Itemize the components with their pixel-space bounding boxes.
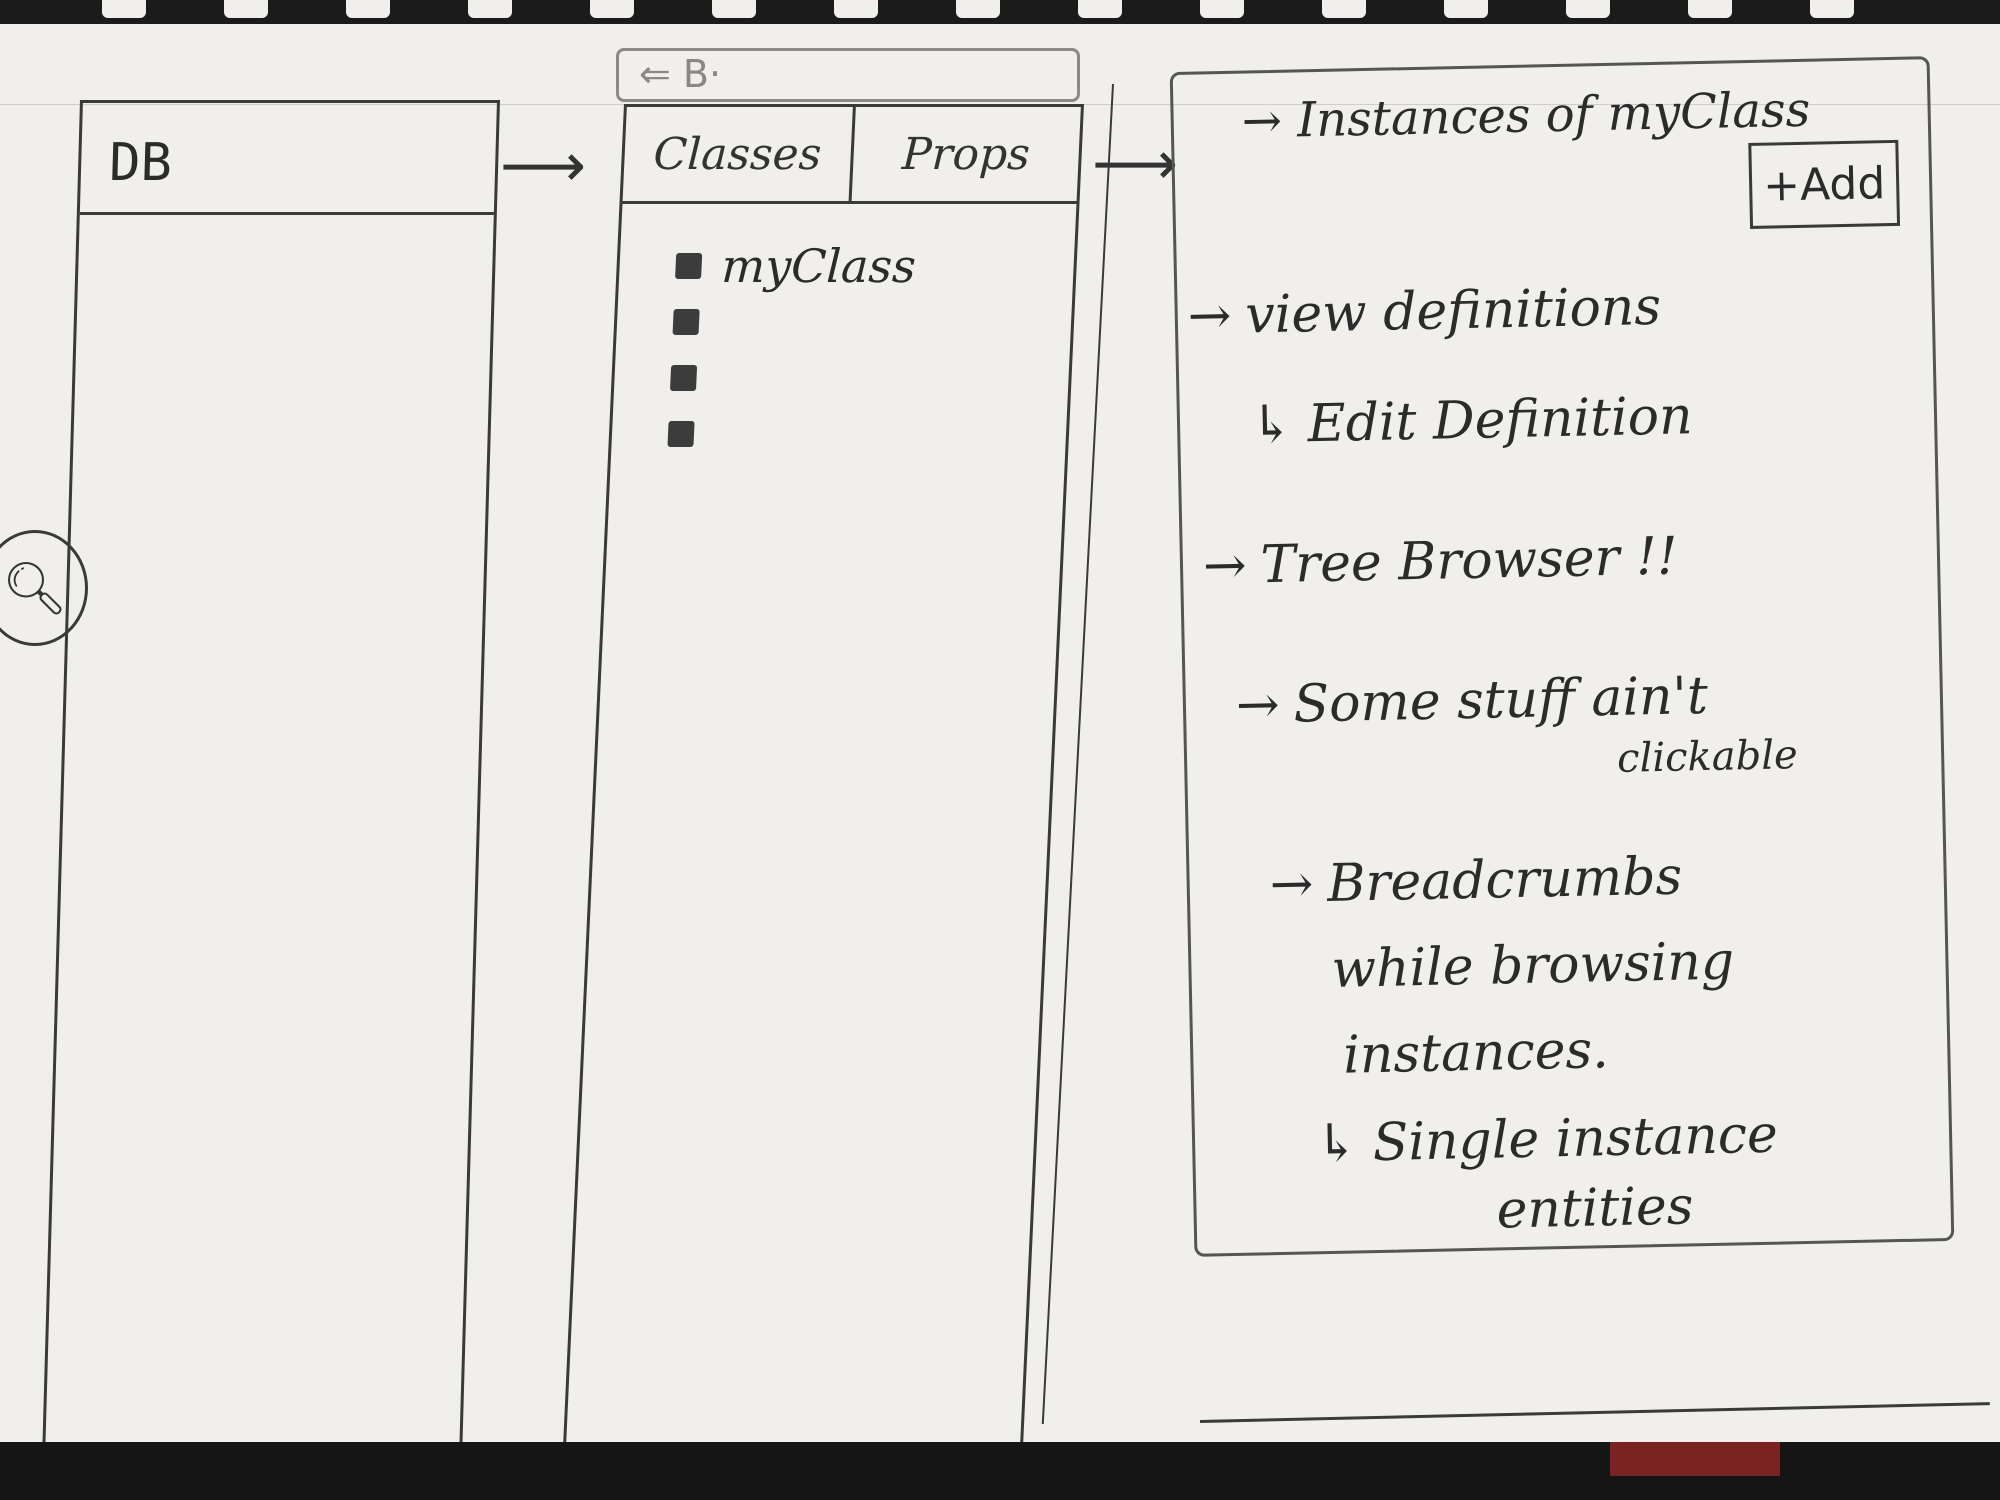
square-bullet-icon	[672, 309, 700, 335]
list-item[interactable]	[667, 406, 1068, 462]
class-list: myClass	[611, 204, 1077, 462]
note-breadcrumbs: → Breadcrumbs	[1269, 846, 1683, 916]
note-instances: instances.	[1342, 1020, 1610, 1086]
classes-panel: Classes Props myClass	[562, 104, 1084, 1448]
db-panel: DB	[42, 100, 501, 1450]
class-item-label: myClass	[720, 239, 918, 293]
arrow-icon: →	[1187, 285, 1232, 347]
arrow-icon: ↳	[1314, 1113, 1360, 1175]
square-bullet-icon	[669, 365, 698, 391]
spiral-binding	[0, 0, 2000, 24]
tab-props[interactable]: Props	[848, 107, 1081, 201]
arrow-icon: ⟶	[500, 131, 587, 201]
square-bullet-icon	[675, 253, 703, 279]
note-entities: entities	[1495, 1176, 1694, 1241]
arrow-icon: →	[1241, 92, 1298, 150]
arrow-icon: →	[1202, 535, 1248, 597]
instances-panel: → Instances of myClass +Add → view defini…	[1169, 56, 1955, 1257]
note-clickable: clickable	[1616, 732, 1799, 782]
notebook-page-edge	[0, 1442, 2000, 1500]
note-while-browsing: while browsing	[1330, 931, 1735, 1000]
breadcrumb[interactable]: ⇐ B·	[616, 48, 1080, 102]
arrow-icon: ⟶	[1092, 129, 1179, 199]
list-item[interactable]	[672, 294, 1073, 350]
note-single-instance: ↳ Single instance	[1314, 1104, 1779, 1175]
note-some-stuff: → Some stuff ain't	[1235, 665, 1709, 736]
arrow-icon: ↳	[1249, 394, 1295, 456]
arrow-icon: →	[1269, 854, 1314, 916]
list-item[interactable]: myClass	[674, 238, 1075, 294]
note-tree-browser: → Tree Browser !!	[1202, 526, 1679, 597]
db-panel-title: DB	[79, 103, 497, 215]
list-item[interactable]	[669, 350, 1070, 406]
square-bullet-icon	[667, 421, 695, 447]
arrow-icon: →	[1235, 674, 1281, 736]
search-icon: 🔍︎	[1, 559, 68, 618]
panel-bottom-border	[1199, 1402, 1990, 1423]
add-instance-button[interactable]: +Add	[1748, 139, 1901, 229]
tab-classes[interactable]: Classes	[623, 107, 853, 201]
note-edit-definition: ↳ Edit Definition	[1249, 386, 1694, 456]
tab-bar: Classes Props	[622, 107, 1081, 204]
note-view-definitions: → view definitions	[1187, 276, 1662, 347]
instances-title: → Instances of myClass	[1241, 81, 1811, 150]
